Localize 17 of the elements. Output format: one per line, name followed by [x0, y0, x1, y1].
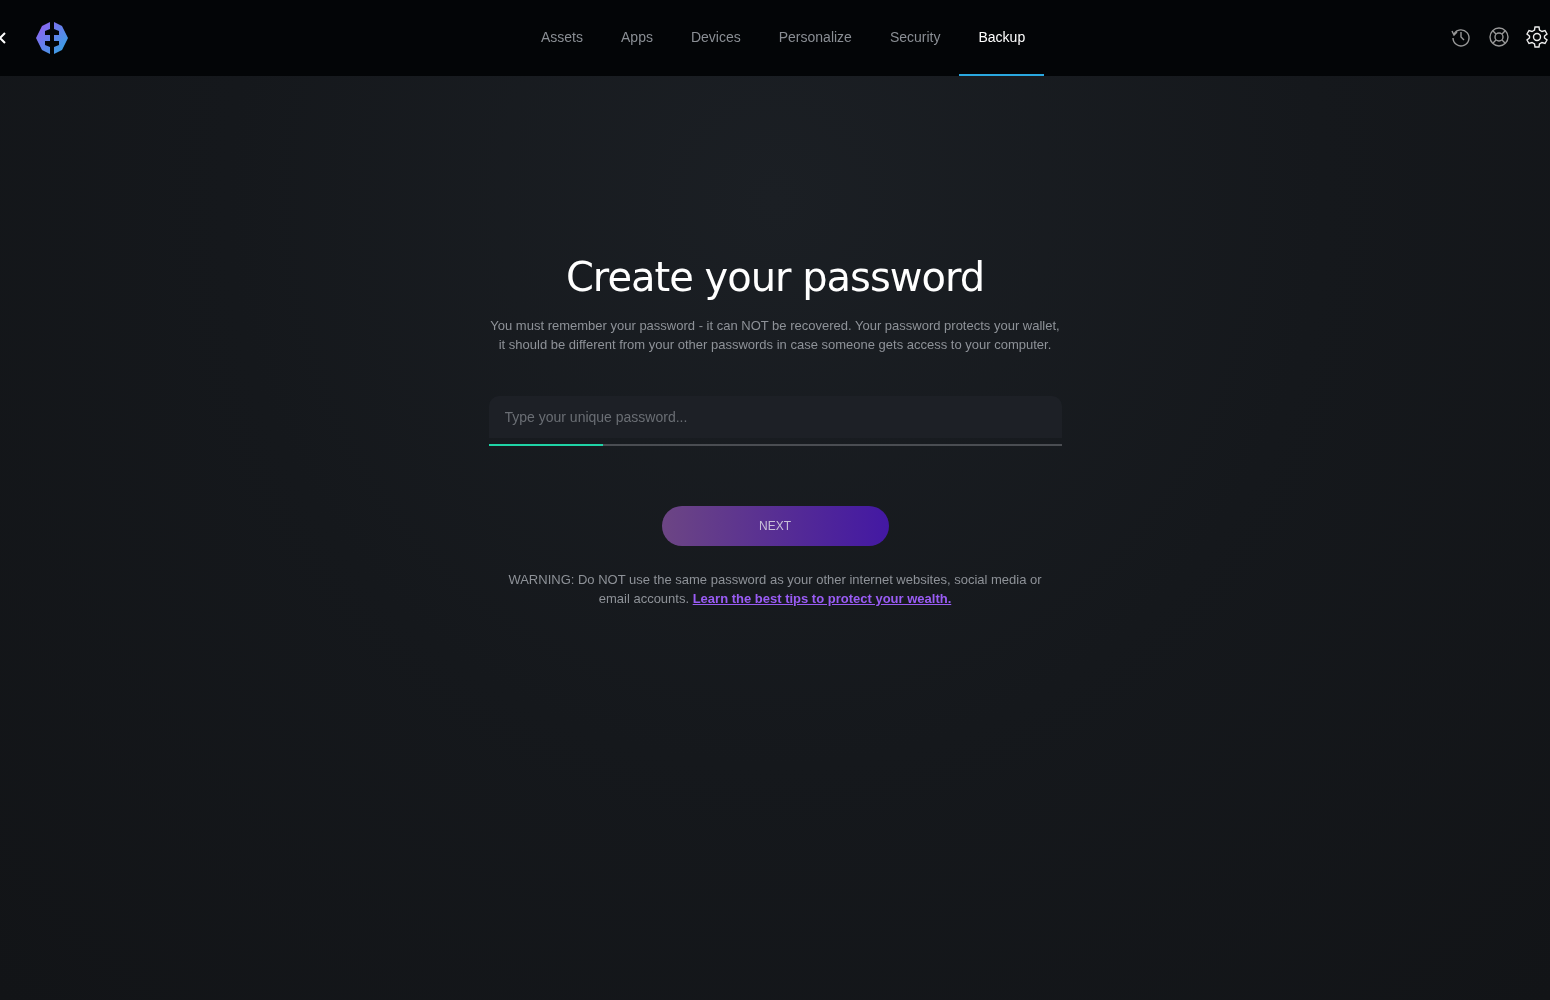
page-title: Create your password: [565, 254, 985, 300]
nav-tab[interactable]: Backup: [959, 0, 1045, 76]
back-chevron-icon[interactable]: [0, 30, 8, 46]
tips-link[interactable]: Learn the best tips to protect your wealth.: [692, 591, 952, 606]
nav-tab[interactable]: Assets: [522, 0, 602, 76]
settings-icon[interactable]: [1526, 26, 1548, 48]
history-icon[interactable]: [1450, 26, 1472, 48]
support-icon[interactable]: [1488, 26, 1510, 48]
nav-tab[interactable]: Devices: [671, 0, 760, 76]
password-field[interactable]: Type your unique password...: [488, 396, 1062, 438]
next-button[interactable]: NEXT: [661, 506, 889, 546]
warning-text: WARNING: Do NOT use the same password as your other internet websites, social media or email accounts. Learn the best tips to protect your wealth.: [507, 571, 1043, 608]
description-text: You must remember your password - it can NOT be recovered. Your password protects your wallet, it should be different from your other passwords in case someone gets access to your computer.: [490, 317, 1060, 354]
logo-icon: [34, 20, 70, 56]
nav-tab[interactable]: Personalize: [759, 0, 871, 76]
nav-tab[interactable]: Apps: [602, 0, 672, 76]
nav-tab[interactable]: Security: [870, 0, 960, 76]
